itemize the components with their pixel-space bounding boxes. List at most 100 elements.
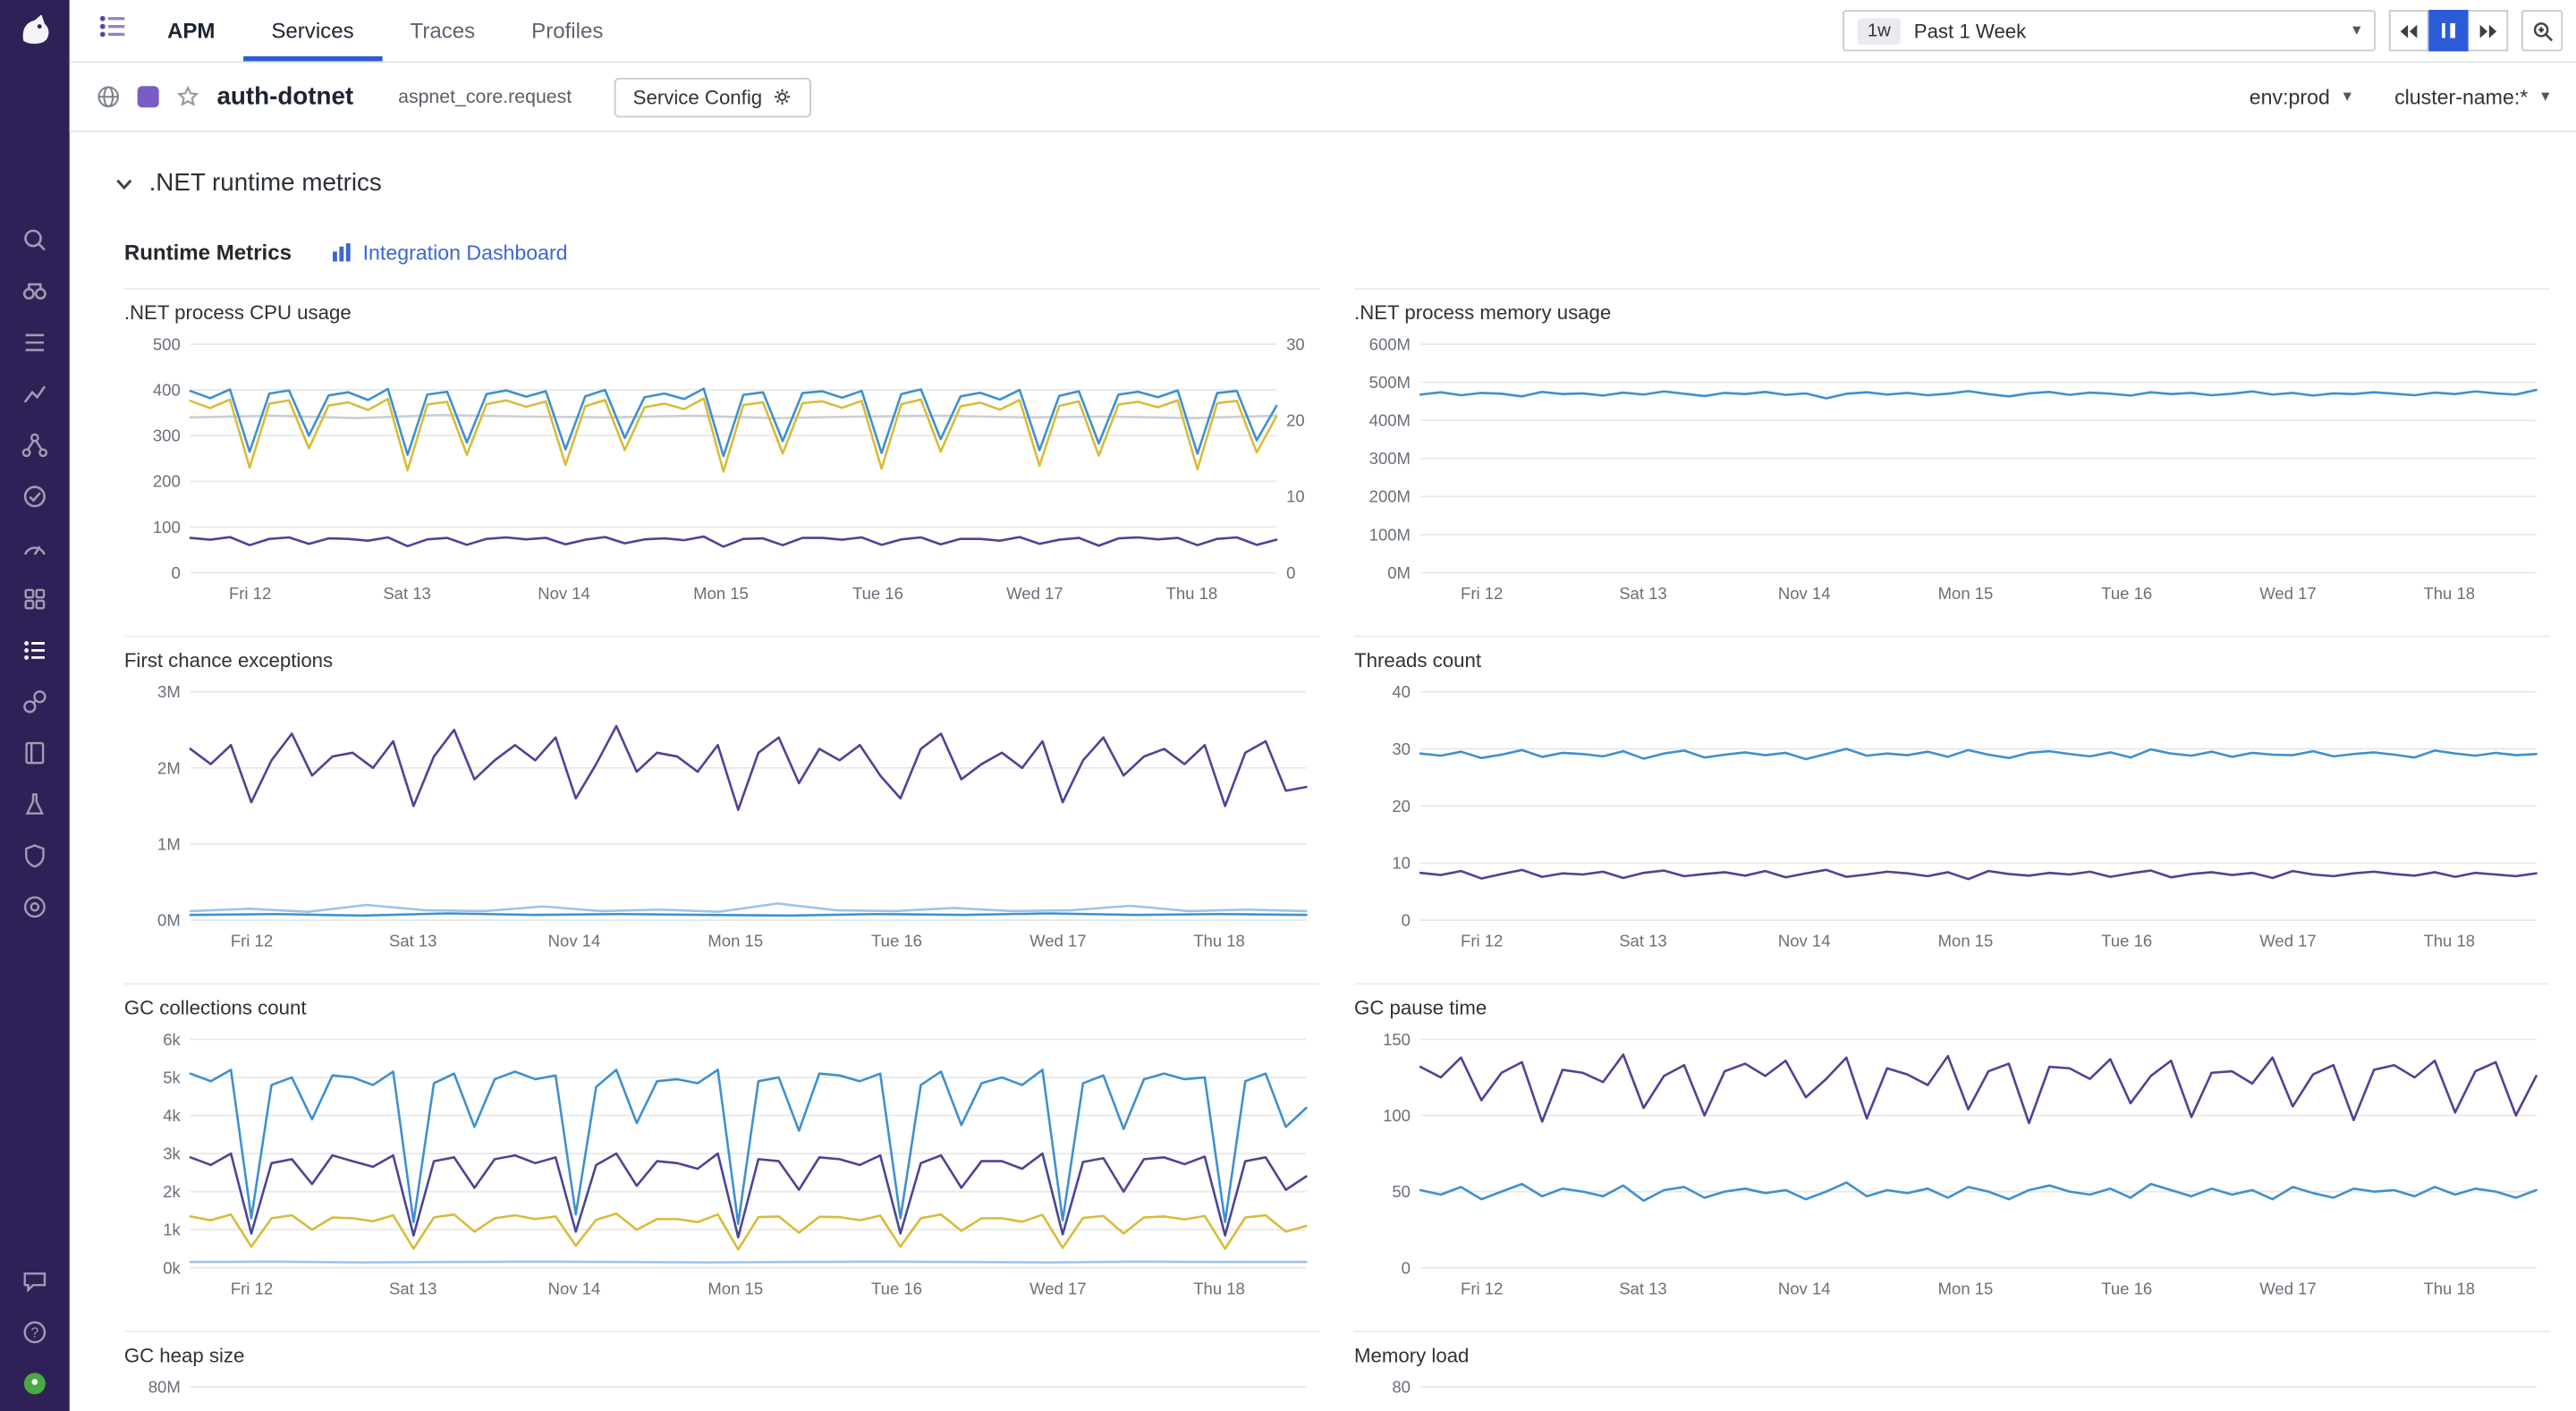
svg-text:2k: 2k <box>163 1182 181 1201</box>
tab-traces[interactable]: Traces <box>382 0 504 61</box>
chart-title: GC pause time <box>1354 996 2549 1019</box>
runtime-metrics-title: Runtime Metrics <box>124 240 292 265</box>
svg-text:0: 0 <box>1402 911 1411 930</box>
svg-text:100: 100 <box>1383 1106 1411 1125</box>
svg-text:Tue 16: Tue 16 <box>871 1279 922 1297</box>
service-map-icon[interactable] <box>20 430 49 460</box>
time-range-picker[interactable]: 1w Past 1 Week ▾ <box>1843 10 2376 51</box>
svg-text:Sat 13: Sat 13 <box>1619 1279 1667 1297</box>
svg-text:Wed 17: Wed 17 <box>2259 1279 2316 1297</box>
chevron-down-icon[interactable] <box>113 172 136 195</box>
gear-icon <box>772 86 793 107</box>
metrics-icon[interactable] <box>20 379 49 409</box>
security-icon[interactable] <box>20 841 49 870</box>
timeseries-chart-threads[interactable]: 010203040Fri 12Sat 13Nov 14Mon 15Tue 16W… <box>1354 682 2549 957</box>
ci-icon[interactable] <box>20 687 49 716</box>
chart-card-threads: Threads count 010203040Fri 12Sat 13Nov 1… <box>1354 636 2549 972</box>
svg-text:Nov 14: Nov 14 <box>1778 1279 1831 1297</box>
svg-text:Wed 17: Wed 17 <box>1006 584 1063 603</box>
chart-title: .NET process CPU usage <box>124 301 1319 325</box>
monitors-icon[interactable] <box>20 533 49 562</box>
svg-text:0: 0 <box>171 563 180 582</box>
svg-text:Tue 16: Tue 16 <box>852 584 903 603</box>
zoom-graph-button[interactable] <box>2521 10 2563 51</box>
notebooks-icon[interactable] <box>20 739 49 768</box>
svg-text:1k: 1k <box>163 1221 181 1239</box>
svg-text:40: 40 <box>1392 682 1411 701</box>
service-filters: env:prod ▾ cluster-name:* ▾ <box>2250 85 2550 108</box>
status-icon[interactable] <box>20 1369 49 1398</box>
svg-text:Tue 16: Tue 16 <box>2101 1279 2152 1297</box>
chart-card-gc-pause: GC pause time 050100150Fri 12Sat 13Nov 1… <box>1354 983 2549 1319</box>
svg-text:30: 30 <box>1392 739 1411 758</box>
env-filter[interactable]: env:prod ▾ <box>2250 85 2351 108</box>
svg-text:0M: 0M <box>1387 563 1411 582</box>
time-range-chip: 1w <box>1858 17 1901 44</box>
svg-text:300: 300 <box>153 427 181 445</box>
forward-button[interactable] <box>2469 10 2508 51</box>
svg-text:150: 150 <box>1383 1030 1411 1049</box>
svg-text:Nov 14: Nov 14 <box>538 584 590 603</box>
svg-text:10: 10 <box>1392 854 1411 873</box>
cluster-filter[interactable]: cluster-name:* ▾ <box>2394 85 2549 108</box>
chat-icon[interactable] <box>20 1266 49 1296</box>
svg-text:30: 30 <box>1286 334 1305 353</box>
apm-icon[interactable] <box>20 636 49 665</box>
service-config-button[interactable]: Service Config <box>614 77 811 116</box>
svg-text:Thu 18: Thu 18 <box>2423 932 2475 951</box>
svg-text:Sat 13: Sat 13 <box>383 584 430 603</box>
svg-text:6k: 6k <box>163 1030 181 1049</box>
svg-text:3k: 3k <box>163 1145 181 1163</box>
chart-title: GC collections count <box>124 996 1319 1019</box>
svg-text:20: 20 <box>1392 797 1411 815</box>
svg-text:Fri 12: Fri 12 <box>1461 932 1503 951</box>
svg-text:Tue 16: Tue 16 <box>2101 584 2152 603</box>
timeseries-chart-memory[interactable]: 0M100M200M300M400M500M600MFri 12Sat 13No… <box>1354 334 2549 609</box>
search-icon[interactable] <box>20 225 49 255</box>
service-config-label: Service Config <box>633 85 762 108</box>
rum-icon[interactable] <box>20 892 49 922</box>
tab-apm[interactable]: APM <box>139 0 242 61</box>
svg-text:Thu 18: Thu 18 <box>2423 1279 2475 1297</box>
svg-text:400: 400 <box>153 381 181 400</box>
timeseries-chart-gc-pause[interactable]: 050100150Fri 12Sat 13Nov 14Mon 15Tue 16W… <box>1354 1029 2549 1304</box>
error-tracking-icon[interactable] <box>20 790 49 819</box>
tab-profiles[interactable]: Profiles <box>504 0 631 61</box>
svg-text:Mon 15: Mon 15 <box>708 1279 763 1297</box>
watchdog-icon[interactable] <box>20 276 49 306</box>
pause-button[interactable] <box>2428 10 2468 51</box>
integrations-icon[interactable] <box>20 584 49 613</box>
chart-card-memory: .NET process memory usage 0M100M200M300M… <box>1354 288 2549 624</box>
datadog-logo[interactable] <box>13 8 56 59</box>
service-header: auth-dotnet aspnet_core.request Service … <box>70 63 2576 132</box>
svg-text:Tue 16: Tue 16 <box>2101 932 2152 951</box>
svg-text:Wed 17: Wed 17 <box>1030 932 1086 951</box>
chevron-down-icon: ▾ <box>2343 88 2351 106</box>
logs-icon[interactable] <box>20 327 49 357</box>
tab-services[interactable]: Services <box>243 0 382 61</box>
playback-buttons <box>2389 10 2508 51</box>
svg-text:2M: 2M <box>157 758 181 777</box>
svg-text:Mon 15: Mon 15 <box>708 932 763 951</box>
timeseries-chart-gc-heap[interactable]: 80M <box>124 1377 1319 1411</box>
chart-title: Threads count <box>1354 649 2549 672</box>
svg-text:1M: 1M <box>157 834 181 853</box>
favorite-star-icon[interactable] <box>175 84 200 109</box>
chart-title: First chance exceptions <box>124 649 1319 672</box>
help-icon[interactable]: ? <box>20 1317 49 1347</box>
sidebar-bottom: ? <box>20 1266 49 1398</box>
timeseries-chart-cpu[interactable]: 01002003004005000102030Fri 12Sat 13Nov 1… <box>124 334 1319 609</box>
service-title: auth-dotnet <box>216 83 353 111</box>
timeseries-chart-memory-load[interactable]: 80 <box>1354 1377 2549 1411</box>
svg-text:100: 100 <box>153 518 181 537</box>
svg-text:Wed 17: Wed 17 <box>1030 1279 1086 1297</box>
synthetics-icon[interactable] <box>20 482 49 511</box>
integration-dashboard-link[interactable]: Integration Dashboard <box>331 241 567 264</box>
operation-name[interactable]: aspnet_core.request <box>398 87 572 106</box>
svg-text:Nov 14: Nov 14 <box>548 1279 601 1297</box>
rewind-button[interactable] <box>2389 10 2428 51</box>
svg-text:200: 200 <box>153 472 181 491</box>
timeseries-chart-exceptions[interactable]: 0M1M2M3MFri 12Sat 13Nov 14Mon 15Tue 16We… <box>124 682 1319 957</box>
page-content: .NET runtime metrics Runtime Metrics Int… <box>70 169 2576 1411</box>
timeseries-chart-gc-collections[interactable]: 0k1k2k3k4k5k6kFri 12Sat 13Nov 14Mon 15Tu… <box>124 1029 1319 1304</box>
